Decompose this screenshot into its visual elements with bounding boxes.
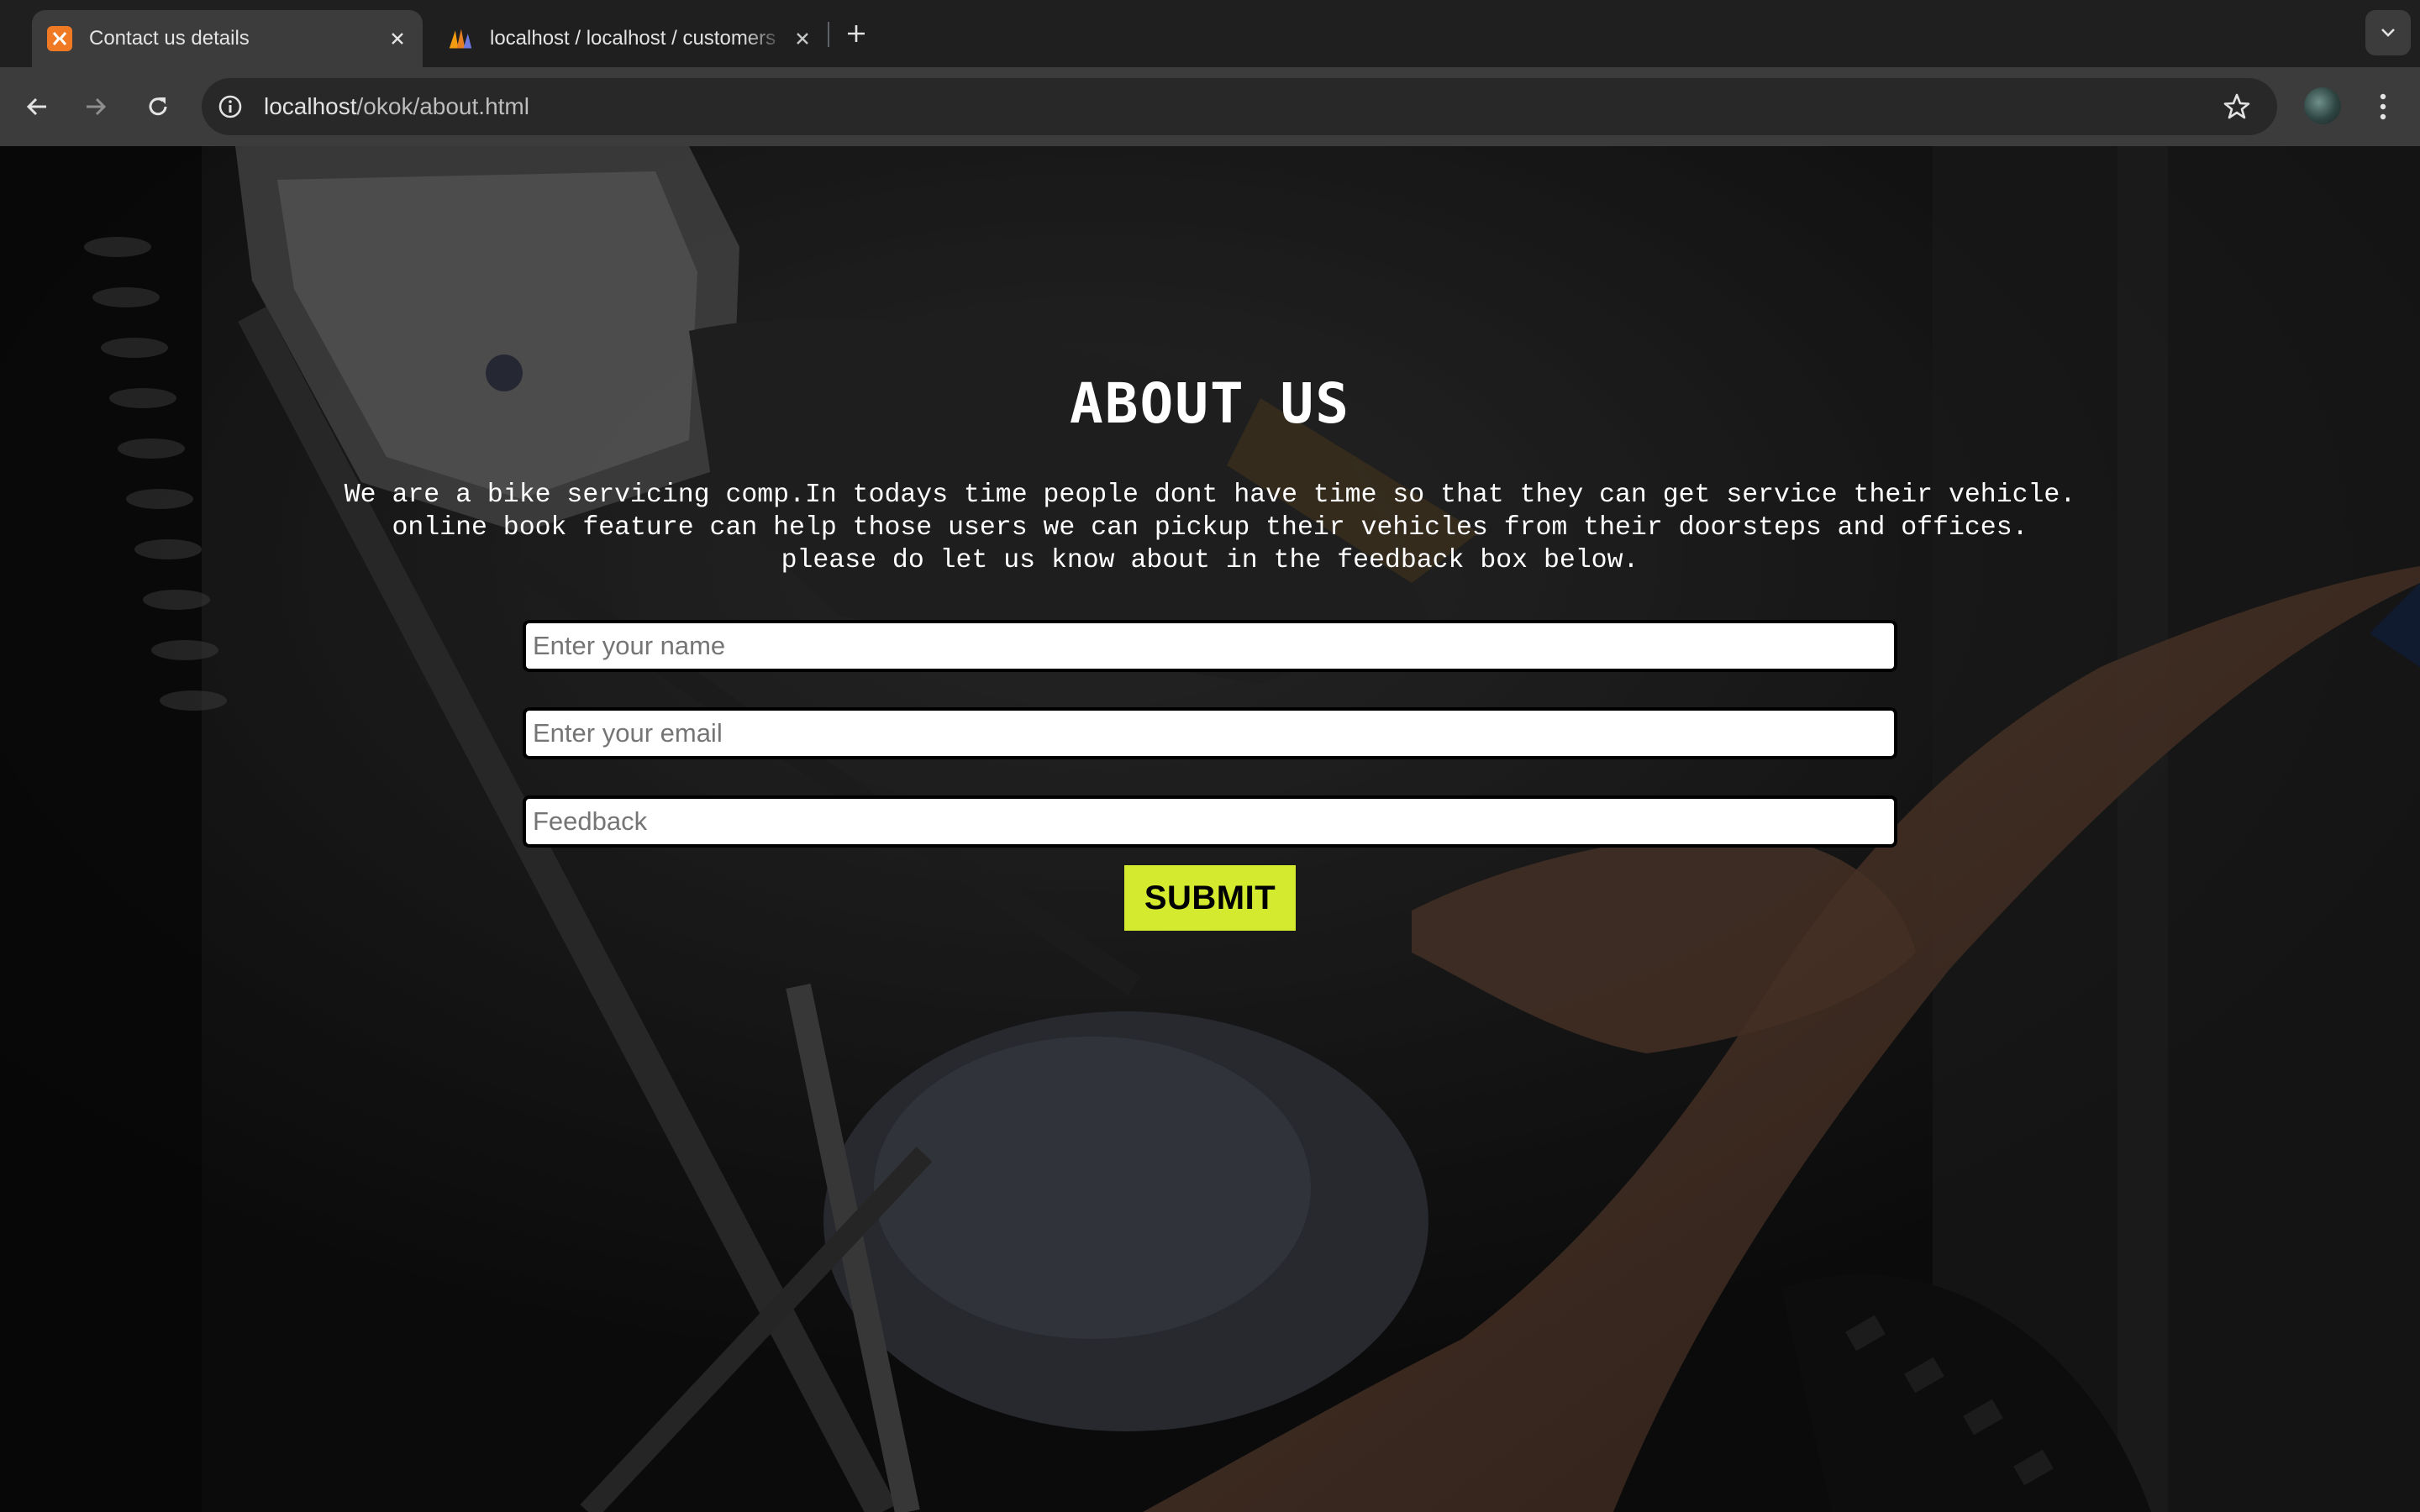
- tab-search-button[interactable]: [2365, 10, 2411, 55]
- feedback-input[interactable]: [523, 795, 1897, 848]
- email-input[interactable]: [523, 707, 1897, 759]
- about-section: ABOUT US We are a bike servicing comp.In…: [0, 146, 2420, 1512]
- tab-contact-us-details[interactable]: Contact us details: [32, 10, 423, 67]
- address-bar[interactable]: localhost/okok/about.html: [202, 78, 2277, 135]
- about-line: We are a bike servicing comp.In todays t…: [344, 480, 2076, 510]
- close-icon[interactable]: [787, 24, 818, 54]
- bookmark-star-icon[interactable]: [2220, 90, 2254, 123]
- submit-button[interactable]: SUBMIT: [1124, 865, 1296, 931]
- new-tab-button[interactable]: [839, 17, 873, 50]
- about-line: please do let us know about in the feedb…: [781, 546, 1639, 575]
- tab-title: localhost / localhost / customers: [490, 27, 776, 50]
- profile-avatar[interactable]: [2304, 87, 2341, 124]
- close-icon[interactable]: [382, 24, 413, 54]
- site-info-icon[interactable]: [213, 90, 247, 123]
- tab-strip: Contact us details localhost / localhost…: [0, 0, 2420, 67]
- tab-phpmyadmin[interactable]: localhost / localhost / customers: [433, 10, 828, 67]
- forward-button[interactable]: [76, 87, 116, 127]
- page-title: ABOUT US: [1070, 371, 1350, 436]
- chevron-down-icon: [2381, 29, 2395, 37]
- back-button[interactable]: [17, 87, 57, 127]
- about-line: online book feature can help those users…: [392, 513, 2028, 543]
- page-viewport: ABOUT US We are a bike servicing comp.In…: [0, 146, 2420, 1512]
- plus-icon: [848, 25, 865, 42]
- browser-toolbar: localhost/okok/about.html: [0, 67, 2420, 146]
- tab-title: Contact us details: [89, 27, 250, 50]
- xampp-icon: [47, 26, 72, 51]
- phpmyadmin-icon: [448, 26, 473, 51]
- arrow-right-icon: [87, 97, 107, 116]
- reload-icon: [149, 97, 167, 116]
- tab-separator: [828, 22, 829, 47]
- about-description: We are a bike servicing comp.In todays t…: [252, 479, 2168, 577]
- menu-dots-icon[interactable]: [2366, 87, 2400, 127]
- name-input[interactable]: [523, 620, 1897, 672]
- reload-button[interactable]: [138, 87, 178, 127]
- arrow-left-icon: [26, 97, 46, 116]
- url-text: localhost/okok/about.html: [264, 93, 529, 119]
